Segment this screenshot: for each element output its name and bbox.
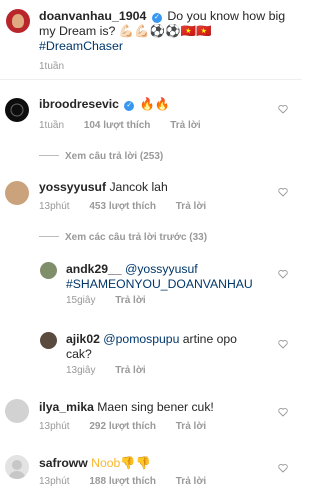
heart-icon[interactable]	[278, 187, 288, 197]
caption-hashtag[interactable]: #DreamChaser	[39, 39, 123, 53]
comment-meta: 13phút 453 lượt thích Trả lời	[39, 201, 223, 212]
avatar[interactable]	[40, 332, 57, 349]
comment-likes[interactable]: 104 lượt thích	[84, 120, 151, 131]
reply-button[interactable]: Trả lời	[115, 365, 145, 376]
avatar[interactable]	[5, 98, 29, 122]
comment-username[interactable]: safroww	[39, 456, 88, 470]
comment-username[interactable]: ilya_mika	[39, 400, 94, 414]
reply-text: ajik02 @pomospupu artine opo cak?	[66, 332, 266, 362]
verified-badge-icon: ✓	[151, 13, 162, 23]
comment-meta: 13phút 188 lượt thích Trả lời	[39, 476, 223, 487]
reply-meta: 15giây Trả lời	[66, 295, 163, 306]
comment-time: 13phút	[39, 476, 70, 487]
reply-mention[interactable]: @pomospupu	[103, 332, 179, 346]
reply-username[interactable]: andk29__	[66, 262, 122, 276]
comment-text: yossyyusuf Jancok lah	[39, 180, 269, 195]
view-previous-replies-button[interactable]: Xem các câu trả lời trước (33)	[39, 232, 207, 243]
heart-icon[interactable]	[278, 104, 288, 114]
default-avatar-icon	[8, 460, 26, 479]
reply-button[interactable]: Trả lời	[115, 295, 145, 306]
avatar[interactable]	[5, 455, 29, 479]
avatar[interactable]	[6, 9, 30, 33]
heart-icon[interactable]	[278, 407, 288, 417]
comment-body: 🔥🔥	[139, 97, 171, 111]
comment-body: Jancok lah	[109, 180, 168, 194]
comment-text: ilya_mika Maen sing bener cuk!	[39, 400, 269, 415]
reply-mention[interactable]: @yossyyusuf	[125, 262, 198, 276]
heart-icon[interactable]	[278, 339, 288, 349]
view-replies-button[interactable]: Xem câu trả lời (253)	[39, 151, 163, 162]
heart-icon[interactable]	[278, 463, 288, 473]
avatar[interactable]	[5, 399, 29, 423]
reply-body[interactable]: #SHAMEONYOU_DOANVANHAU	[66, 277, 253, 291]
comment-likes[interactable]: 188 lượt thích	[89, 476, 156, 487]
comment-username[interactable]: yossyyusuf	[39, 180, 106, 194]
reply-meta: 13giây Trả lời	[66, 365, 163, 376]
comment-meta: 13phút 292 lượt thích Trả lời	[39, 421, 223, 432]
heart-icon[interactable]	[278, 269, 288, 279]
reply-button[interactable]: Trả lời	[170, 120, 200, 131]
comments-screen: doanvanhau_1904 ✓ Do you know how big my…	[0, 0, 302, 492]
comment-time: 13phút	[39, 201, 70, 212]
comment-meta: 1tuần 104 lượt thích Trả lời	[39, 120, 218, 131]
avatar[interactable]	[40, 262, 57, 279]
comment-likes[interactable]: 292 lượt thích	[89, 421, 156, 432]
comment-username[interactable]: ibroodresevic	[39, 97, 119, 111]
reply-button[interactable]: Trả lời	[176, 201, 206, 212]
comment-likes[interactable]: 453 lượt thích	[89, 201, 156, 212]
reply-username[interactable]: ajik02	[66, 332, 100, 346]
reply-time: 15giây	[66, 295, 96, 306]
comment-text: safroww Noob👎👎	[39, 456, 269, 471]
reply-button[interactable]: Trả lời	[176, 476, 206, 487]
caption-time: 1tuần	[39, 61, 65, 72]
caption-username[interactable]: doanvanhau_1904	[39, 9, 146, 23]
avatar-logo-icon	[10, 103, 24, 117]
reply-text: andk29__ @yossyyusuf #SHAMEONYOU_DOANVAN…	[66, 262, 276, 292]
comment-time: 1tuần	[39, 120, 65, 131]
comment-text: ibroodresevic ✓ 🔥🔥	[39, 97, 269, 112]
verified-badge-icon: ✓	[124, 101, 135, 111]
reply-button[interactable]: Trả lời	[176, 421, 206, 432]
avatar[interactable]	[5, 181, 29, 205]
post-caption: doanvanhau_1904 ✓ Do you know how big my…	[0, 0, 302, 80]
caption-text: doanvanhau_1904 ✓ Do you know how big my…	[39, 9, 297, 54]
comment-body: Noob👎👎	[91, 456, 151, 470]
comment-time: 13phút	[39, 421, 70, 432]
comment-body: Maen sing bener cuk!	[97, 400, 214, 414]
reply-time: 13giây	[66, 365, 96, 376]
